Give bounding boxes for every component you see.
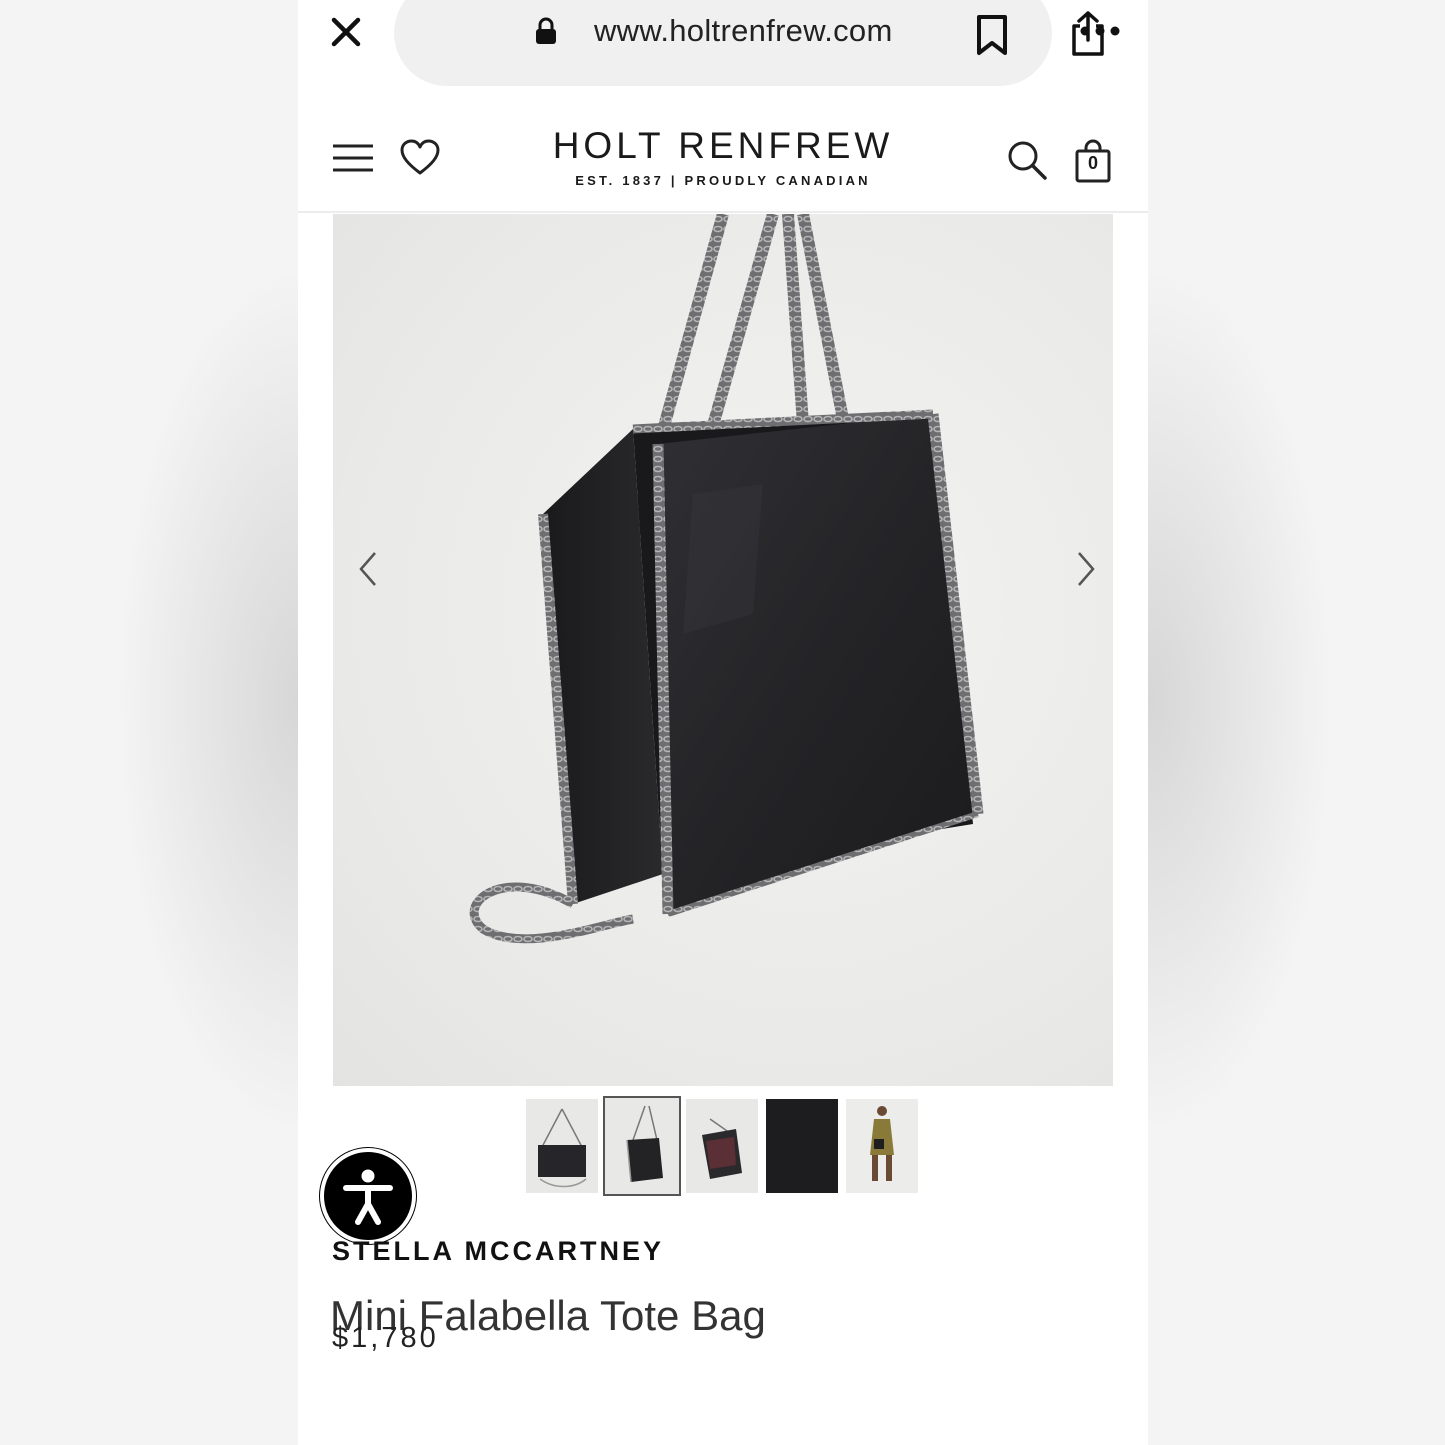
- close-icon: [331, 17, 361, 47]
- product-photo: [469, 214, 984, 944]
- thumbnail-5[interactable]: [846, 1099, 918, 1193]
- address-bar[interactable]: www.holtrenfrew.com: [394, 0, 1104, 86]
- thumbnail-strip: [526, 1096, 926, 1196]
- browser-toolbar: www.holtrenfrew.com: [298, 0, 1148, 95]
- chevron-left-icon[interactable]: [353, 549, 383, 589]
- site-header: HOLT RENFREW EST. 1837 | PROUDLY CANADIA…: [298, 95, 1148, 213]
- bag-count: 0: [1087, 153, 1098, 173]
- menu-icon[interactable]: [332, 143, 374, 173]
- heart-icon[interactable]: [400, 139, 440, 177]
- logo-main-text: HOLT RENFREW: [552, 125, 894, 166]
- bookmark-icon[interactable]: [974, 14, 1010, 56]
- thumbnail-1[interactable]: [526, 1099, 598, 1193]
- more-icon[interactable]: [1078, 22, 1122, 40]
- phone-screen: www.holtrenfrew.com HOLT RENFREW EST. 18…: [298, 0, 1148, 1445]
- thumbnail-3[interactable]: [686, 1099, 758, 1193]
- search-icon[interactable]: [1006, 139, 1048, 181]
- thumbnail-image: [626, 1105, 663, 1183]
- chevron-right-icon[interactable]: [1071, 549, 1101, 589]
- accessibility-icon: [343, 1169, 393, 1225]
- close-button[interactable]: [326, 10, 366, 54]
- url-text: www.holtrenfrew.com: [594, 13, 893, 48]
- accessibility-button[interactable]: [320, 1148, 416, 1244]
- product-price: $1,780: [332, 1322, 439, 1354]
- thumbnail-4[interactable]: [766, 1099, 838, 1193]
- site-logo[interactable]: HOLT RENFREW EST. 1837 | PROUDLY CANADIA…: [498, 125, 948, 188]
- lock-icon: [536, 17, 556, 44]
- product-brand[interactable]: STELLA MCCARTNEY: [332, 1236, 664, 1267]
- thumbnail-image: [538, 1108, 587, 1188]
- shopping-bag-button[interactable]: 0: [1074, 139, 1112, 183]
- logo-tagline: EST. 1837 | PROUDLY CANADIAN: [575, 173, 871, 188]
- thumbnail-image: [870, 1106, 894, 1181]
- thumbnail-image: [702, 1118, 742, 1179]
- product-image[interactable]: [333, 214, 1113, 1086]
- thumbnail-2[interactable]: [603, 1096, 681, 1196]
